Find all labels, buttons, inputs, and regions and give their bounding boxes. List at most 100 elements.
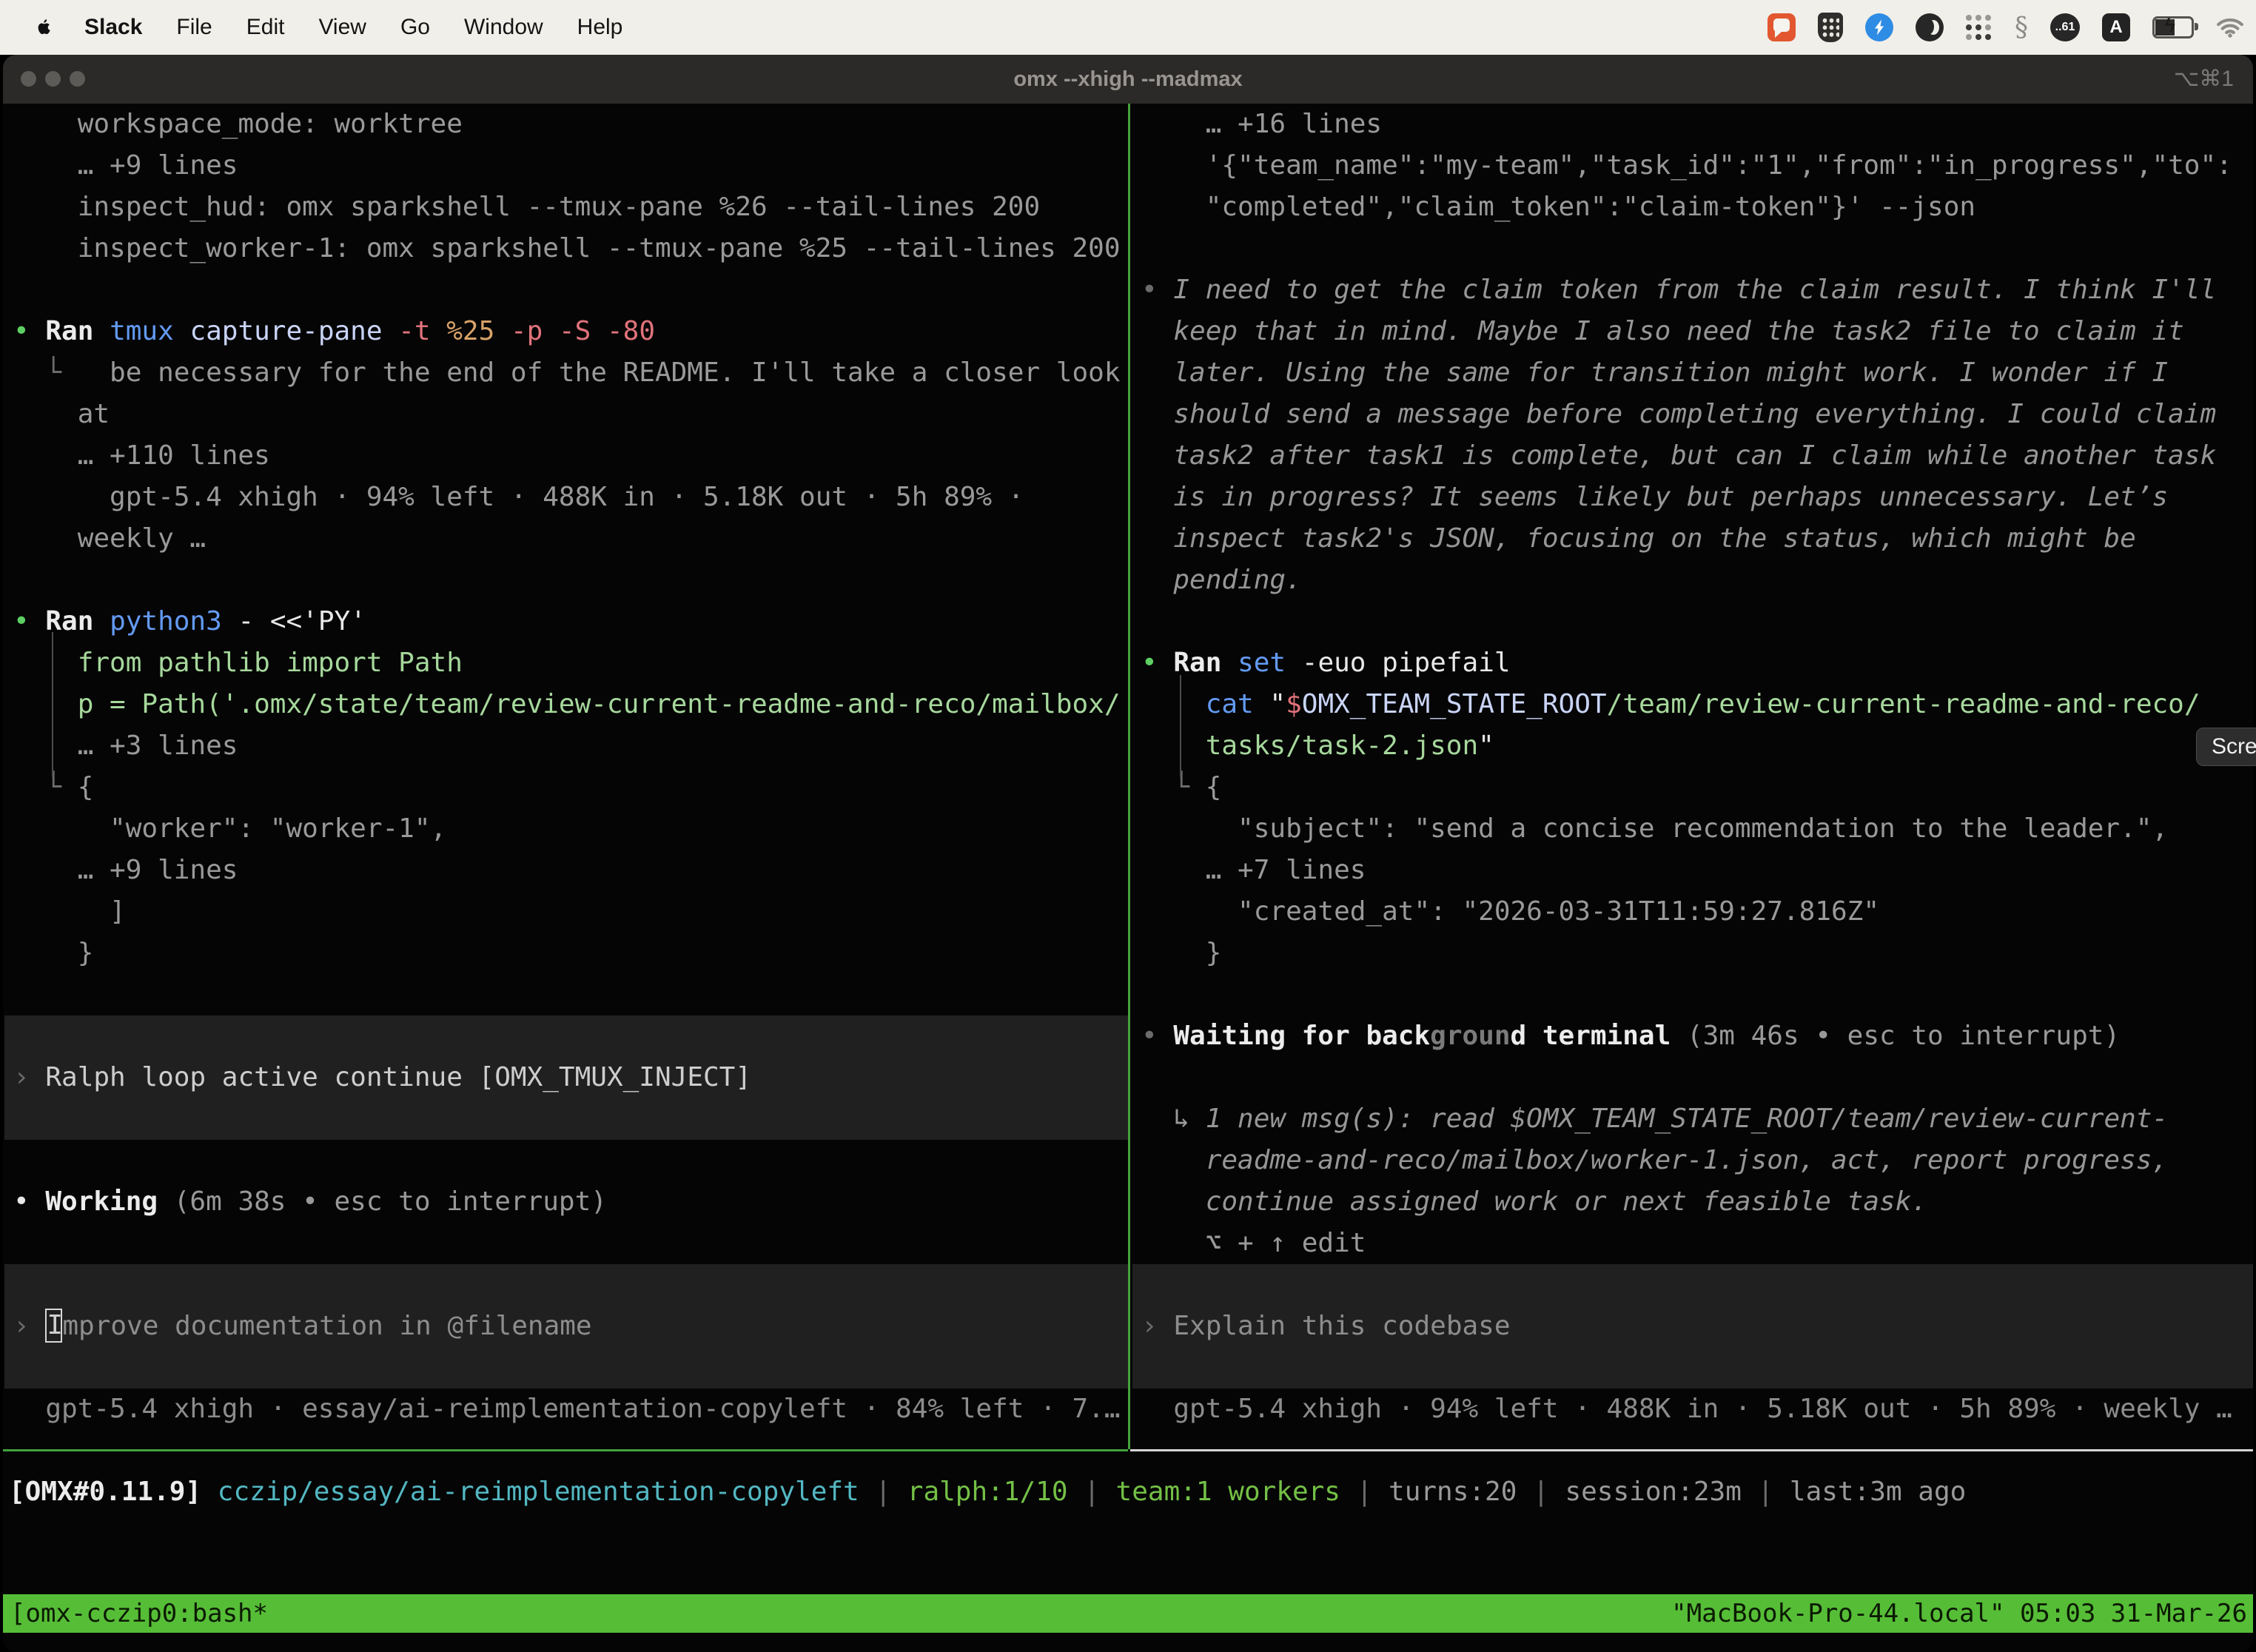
text-segment: ↳ [1141, 1104, 1206, 1134]
scrollback-right: … +16 lines '{"team_name":"my-team","tas… [1132, 104, 2253, 1015]
tmux-pane-right[interactable]: … +16 lines '{"team_name":"my-team","tas… [1132, 104, 2253, 1449]
terminal-line: › Explain this codebase [1132, 1306, 2253, 1347]
terminal-line: ↳ 1 new msg(s): read $OMX_TEAM_STATE_ROO… [1132, 1098, 2253, 1140]
text-segment: { [78, 772, 94, 802]
text-segment: -p [511, 316, 559, 346]
text-segment: team:1 workers [1116, 1477, 1357, 1507]
text-segment: -80 [607, 316, 655, 346]
terminal-line: pending. [1132, 560, 2253, 601]
text-segment: weekly … [13, 523, 206, 554]
terminal-line: … +7 lines [1132, 850, 2253, 891]
terminal-line [1132, 1264, 2253, 1306]
terminal-line: … +110 lines [4, 435, 1128, 477]
terminal-line: • Ran python3 - <<'PY' [4, 601, 1128, 642]
text-segment: continue assigned work or next feasible … [1141, 1186, 1927, 1217]
blue-badge-bolt-icon[interactable] [1865, 13, 1893, 41]
pane-bottom-border-inactive [1130, 1449, 2253, 1451]
battery-charging-icon[interactable]: ϟ [2152, 16, 2194, 38]
menu-item-view[interactable]: View [318, 15, 366, 40]
menu-item-edit[interactable]: Edit [246, 15, 285, 40]
moon-circle-icon[interactable] [1916, 13, 1944, 41]
text-segment: … +9 lines [13, 855, 238, 885]
squiggle-icon[interactable]: § [2015, 13, 2028, 43]
shield-grid-icon[interactable] [1818, 13, 1843, 42]
text-segment: I need to get the claim token from the c… [1173, 275, 2216, 305]
text-segment: %25 [446, 316, 511, 346]
text-segment: • [1141, 648, 1173, 678]
text-segment: • [13, 1186, 45, 1217]
window-shortcut-badge: ⌥⌘1 [2174, 55, 2234, 104]
text-segment: tmux [110, 316, 189, 346]
text-segment: " [1269, 689, 1286, 719]
text-segment: should send a message before completing … [1141, 399, 2216, 429]
text-segment: - [238, 606, 269, 637]
prompt-input-left[interactable]: › Improve documentation in @filename [4, 1264, 1128, 1389]
terminal-line [4, 974, 1128, 1015]
text-segment: pending. [1141, 565, 1302, 595]
text-segment: } [13, 938, 93, 968]
circle-61-badge[interactable]: ..61 [2050, 13, 2080, 41]
tmux-pane-left[interactable]: workspace_mode: worktree … +9 lines insp… [4, 104, 1128, 1449]
text-segment: "subject": "send a concise recommendatio… [1141, 813, 2168, 844]
terminal-line: › Improve documentation in @filename [4, 1306, 1128, 1347]
scrollback-left: workspace_mode: worktree … +9 lines insp… [4, 104, 1128, 1015]
terminal-line: "subject": "send a concise recommendatio… [1132, 808, 2253, 850]
prompt-input-right[interactable]: › Explain this codebase [1132, 1264, 2253, 1389]
menu-item-go[interactable]: Go [400, 15, 430, 40]
terminal-line: inspect task2's JSON, focusing on the st… [1132, 518, 2253, 560]
text-segment: ] [13, 896, 126, 927]
text-segment: Ran [45, 316, 110, 346]
terminal-line: … +3 lines [4, 725, 1128, 767]
text-segment: … +3 lines [13, 731, 238, 761]
omx-status-line: [OMX#0.11.9] cczip/essay/ai-reimplementa… [9, 1471, 1966, 1513]
text-segment: gpt-5.4 xhigh · 94% left · 488K in · 5.1… [1141, 1394, 2232, 1424]
apple-menu-icon[interactable] [31, 15, 56, 40]
command-indent-guide [1180, 675, 1181, 777]
terminal-line: gpt-5.4 xhigh · essay/ai-reimplementatio… [4, 1389, 1128, 1430]
text-segment: └ [13, 357, 110, 388]
text-segment: … +16 lines [1141, 109, 1382, 139]
menu-item-window[interactable]: Window [464, 15, 543, 40]
text-segment: { [1206, 772, 1222, 802]
text-segment: capture-pane [189, 316, 398, 346]
terminal-line: ] [4, 891, 1128, 933]
dots-grid-icon[interactable] [1966, 14, 1993, 41]
waiting-status: • Waiting for background terminal (3m 46… [1132, 1015, 2253, 1264]
text-segment: 1 new msg(s): read $OMX_TEAM_STATE_ROOT/… [1206, 1104, 2168, 1134]
input-source-a-icon[interactable]: A [2102, 13, 2130, 41]
text-segment: inspect task2's JSON, focusing on the st… [1141, 523, 2136, 554]
terminal-line [4, 1347, 1128, 1389]
text-segment: cczip/essay/ai-reimplementation-copyleft [218, 1477, 876, 1507]
model-status-left: gpt-5.4 xhigh · essay/ai-reimplementatio… [4, 1389, 1128, 1430]
terminal-window-body: workspace_mode: worktree … +9 lines insp… [3, 104, 2253, 1652]
terminal-line: └ { [4, 767, 1128, 808]
pane-bottom-border-active [3, 1449, 1128, 1451]
tmux-pane-divider[interactable] [1128, 104, 1130, 1449]
terminal-line: continue assigned work or next feasible … [1132, 1181, 2253, 1223]
text-segment: workspace_mode: worktree [13, 109, 463, 139]
terminal-line [1132, 228, 2253, 269]
text-segment: Explain this codebase [1173, 1311, 1510, 1341]
text-segment: is in progress? It seems likely but perh… [1141, 482, 2168, 512]
tmux-status-bar: [omx-cczip0:bash* "MacBook-Pro-44.local"… [3, 1594, 2253, 1633]
text-segment: | [1758, 1477, 1790, 1507]
text-segment: | [1084, 1477, 1115, 1507]
menu-item-help[interactable]: Help [577, 15, 623, 40]
chat-app-icon[interactable] [1767, 13, 1796, 41]
wifi-icon[interactable] [2216, 16, 2244, 38]
terminal-line [4, 269, 1128, 311]
text-segment: • [13, 316, 45, 346]
text-segment: I [45, 1309, 62, 1343]
window-title-bar[interactable]: omx --xhigh --madmax ⌥⌘1 [3, 55, 2253, 104]
model-status-right: gpt-5.4 xhigh · 94% left · 488K in · 5.1… [1132, 1389, 2253, 1430]
terminal-line [4, 1223, 1128, 1264]
menu-item-file[interactable]: File [176, 15, 212, 40]
screen-share-tooltip: Scre [2196, 728, 2256, 766]
terminal-line: "completed","claim_token":"claim-token"}… [1132, 187, 2253, 228]
terminal-line: … +9 lines [4, 850, 1128, 891]
terminal-line: … +9 lines [4, 145, 1128, 187]
terminal-line [4, 1098, 1128, 1140]
active-app-name[interactable]: Slack [84, 15, 142, 40]
terminal-line: • Working (6m 38s • esc to interrupt) [4, 1181, 1128, 1223]
terminal-line: later. Using the same for transition mig… [1132, 352, 2253, 394]
